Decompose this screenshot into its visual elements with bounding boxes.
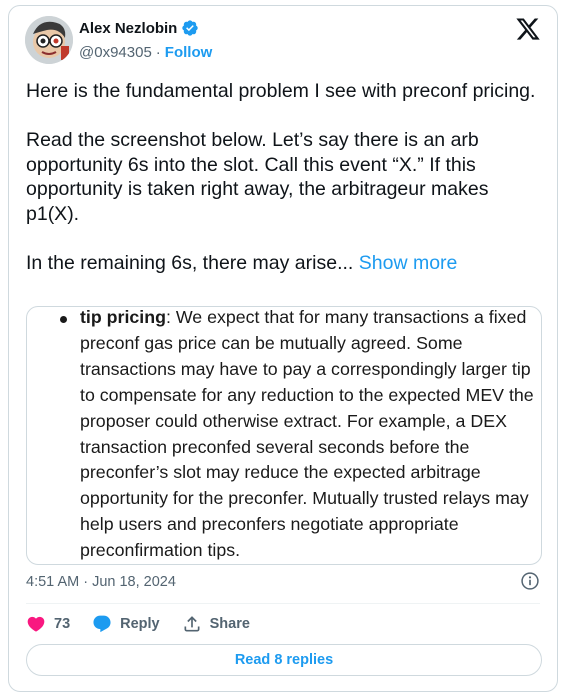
like-button[interactable]: 73 (26, 614, 70, 634)
share-button[interactable]: Share (182, 614, 250, 634)
read-replies-button[interactable]: Read 8 replies (26, 644, 542, 676)
tweet-card: Alex Nezlobin @0x94305 · Follow Here is … (8, 5, 558, 692)
author-name[interactable]: Alex Nezlobin (79, 20, 177, 37)
verified-badge-icon (182, 20, 199, 36)
info-icon[interactable] (520, 571, 540, 591)
media-body: : We expect that for many transactions a… (80, 307, 534, 561)
tweet-text: Here is the fundamental problem I see wi… (26, 79, 546, 275)
action-bar: 73 Reply Share (26, 612, 272, 636)
media-bold-term: tip pricing (80, 307, 166, 327)
bullet-dot (60, 316, 67, 323)
likes-count: 73 (54, 616, 71, 632)
avatar[interactable] (25, 16, 73, 64)
author-handle[interactable]: @0x94305 (79, 44, 152, 61)
share-icon (184, 616, 200, 632)
share-label: Share (209, 616, 250, 632)
x-logo-icon[interactable] (515, 16, 541, 42)
reply-bubble-icon (93, 615, 111, 633)
heart-icon (27, 616, 45, 632)
separator: · (155, 44, 161, 61)
reply-button[interactable]: Reply (92, 614, 160, 634)
tweet-media-image[interactable]: tip pricing: We expect that for many tra… (26, 306, 542, 565)
timestamp[interactable]: 4:51 AM · Jun 18, 2024 (26, 574, 176, 590)
media-text: tip pricing: We expect that for many tra… (80, 307, 541, 564)
tweet-paragraph: Here is the fundamental problem I see wi… (26, 80, 536, 102)
tweet-last-line: In the remaining 6s, there may arise... (26, 251, 354, 274)
reply-label: Reply (120, 616, 160, 632)
divider (26, 603, 540, 604)
tweet-paragraph: Read the screenshot below. Let’s say the… (26, 129, 489, 225)
follow-button[interactable]: Follow (165, 44, 213, 61)
show-more-link[interactable]: Show more (359, 252, 458, 274)
